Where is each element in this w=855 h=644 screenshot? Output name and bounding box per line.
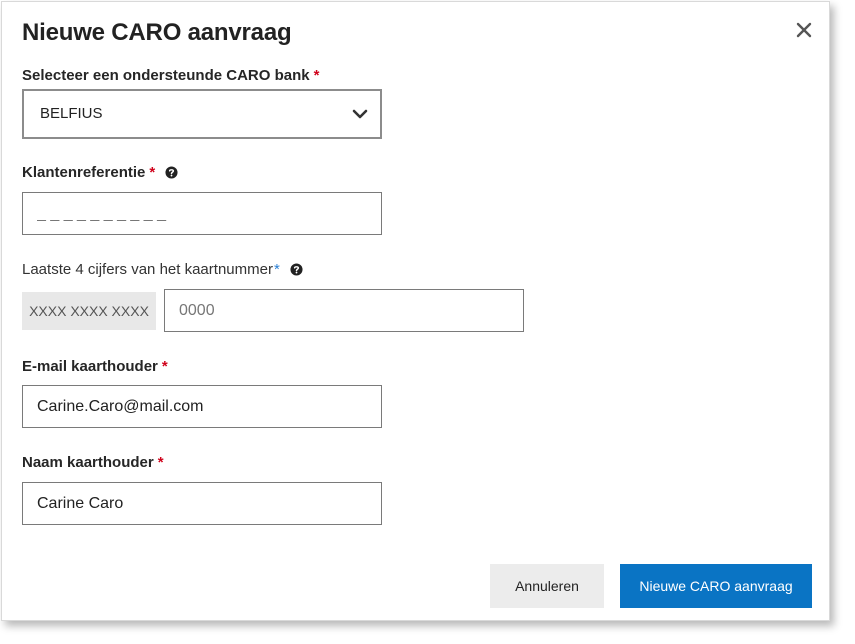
chevron-down-icon	[352, 109, 368, 119]
required-marker: *	[157, 454, 164, 471]
bank-select-value: BELFIUS	[40, 105, 103, 122]
required-marker: *	[149, 164, 156, 181]
required-marker: *	[161, 358, 168, 375]
close-icon	[796, 22, 812, 38]
client-reference-label-text: Klantenreferentie	[22, 164, 146, 181]
email-input[interactable]	[22, 385, 382, 428]
name-input[interactable]	[22, 482, 382, 525]
cancel-button[interactable]: Annuleren	[490, 564, 604, 608]
card-number-label-text: Laatste 4 cijfers van het kaartnummer	[22, 261, 273, 278]
card-number-masked-prefix: XXXX XXXX XXXX	[22, 292, 156, 330]
bank-label-text: Selecteer een ondersteunde CARO bank	[22, 67, 310, 84]
name-label-text: Naam kaarthouder	[22, 454, 154, 471]
required-marker: *	[313, 67, 320, 84]
required-marker: *	[273, 261, 280, 278]
new-caro-request-dialog: Nieuwe CARO aanvraag Selecteer een onder…	[1, 1, 830, 621]
client-reference-input[interactable]	[22, 192, 382, 235]
question-circle-icon[interactable]	[290, 263, 303, 276]
bank-label: Selecteer een ondersteunde CARO bank *	[22, 67, 319, 84]
name-label: Naam kaarthouder *	[22, 454, 164, 471]
bank-select[interactable]: BELFIUS	[22, 89, 382, 139]
client-reference-label: Klantenreferentie *	[22, 164, 178, 181]
submit-caro-request-button[interactable]: Nieuwe CARO aanvraag	[620, 564, 812, 608]
question-circle-icon[interactable]	[165, 166, 178, 179]
email-label-text: E-mail kaarthouder	[22, 358, 158, 375]
close-button[interactable]	[793, 19, 815, 41]
card-last-digits-input[interactable]	[164, 289, 524, 332]
email-label: E-mail kaarthouder *	[22, 358, 168, 375]
card-number-label: Laatste 4 cijfers van het kaartnummer *	[22, 261, 303, 278]
dialog-title: Nieuwe CARO aanvraag	[22, 19, 292, 46]
